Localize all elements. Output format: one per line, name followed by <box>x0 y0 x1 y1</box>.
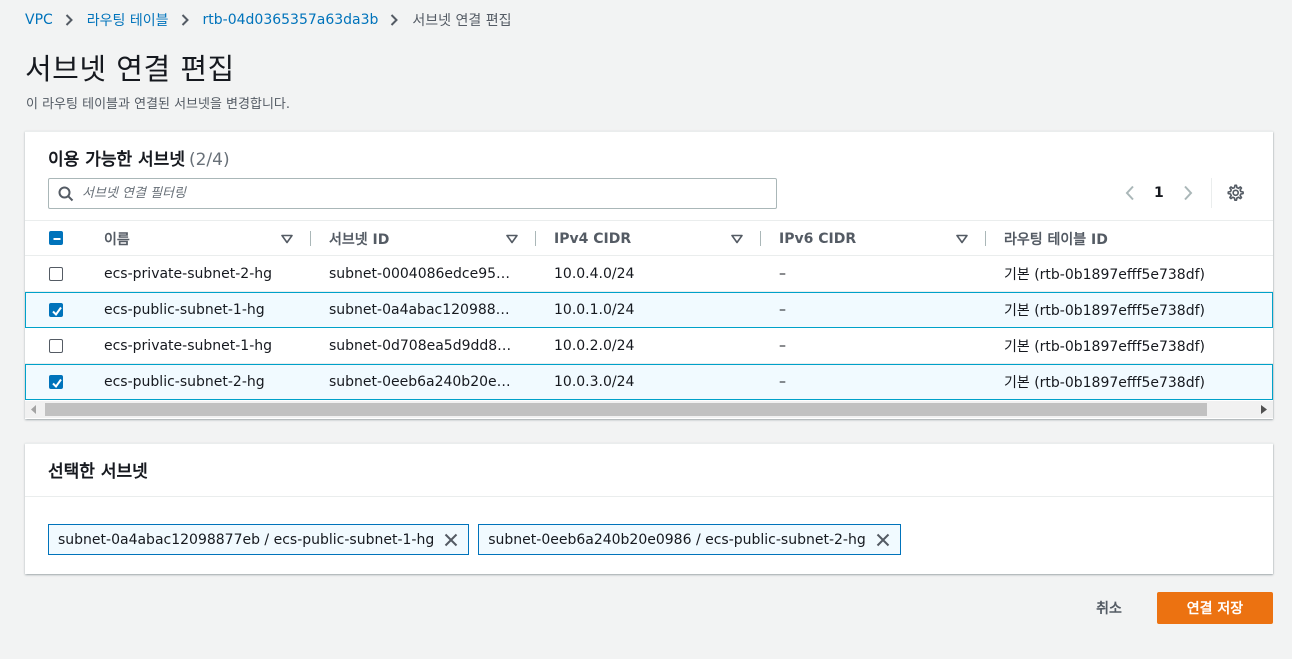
chevron-right-icon[interactable] <box>1177 185 1199 201</box>
column-resize-handle[interactable] <box>760 231 761 246</box>
page-description: 이 라우팅 테이블과 연결된 서브넷을 변경합니다. <box>26 97 290 112</box>
column-header-ipv6[interactable]: IPv6 CIDR <box>779 221 986 256</box>
selected-subnets-title: 선택한 서브넷 <box>48 462 148 482</box>
column-header-label: 이름 <box>104 231 130 248</box>
route-table-link[interactable]: 기본 (rtb-0b1897efff5e738df) <box>1004 256 1264 291</box>
select-all-checkbox[interactable] <box>49 231 63 245</box>
filter-box <box>48 178 777 209</box>
breadcrumb-route-table-id[interactable]: rtb-04d0365357a63da3b <box>203 12 379 28</box>
subnets-table: 이름 서브넷 ID IPv4 CIDR IPv6 CIDR 라우팅 테이블 ID <box>25 220 1273 400</box>
ipv6-cidr: – <box>779 265 786 282</box>
ipv4-cidr: 10.0.4.0/24 <box>554 265 635 282</box>
table-row[interactable]: ecs-public-subnet-1-hg subnet-0a4abac120… <box>25 292 1273 328</box>
close-icon[interactable] <box>444 533 458 547</box>
ipv4-cidr: 10.0.2.0/24 <box>554 337 635 354</box>
divider <box>25 496 1273 497</box>
selected-subnet-token: subnet-0eeb6a240b20e0986 / ecs-public-su… <box>478 524 901 555</box>
breadcrumb-route-tables[interactable]: 라우팅 테이블 <box>87 10 169 30</box>
column-header-name[interactable]: 이름 <box>104 221 311 256</box>
filter-input[interactable] <box>82 186 732 201</box>
column-resize-handle[interactable] <box>535 231 536 246</box>
pager-divider <box>1210 178 1212 208</box>
route-table-link[interactable]: 기본 (rtb-0b1897efff5e738df) <box>1004 292 1264 327</box>
token-label: subnet-0eeb6a240b20e0986 / ecs-public-su… <box>488 531 866 548</box>
column-header-label: 라우팅 테이블 ID <box>1004 231 1108 248</box>
available-subnets-heading: 이용 가능한 서브넷 <box>48 150 185 170</box>
row-checkbox[interactable] <box>49 303 63 317</box>
table-row[interactable]: ecs-private-subnet-1-hg subnet-0d708ea5d… <box>25 328 1273 364</box>
subnet-name: ecs-private-subnet-2-hg <box>104 265 273 282</box>
selected-subnet-token: subnet-0a4abac12098877eb / ecs-public-su… <box>48 524 470 555</box>
row-checkbox[interactable] <box>49 375 63 389</box>
close-icon[interactable] <box>876 533 890 547</box>
subnet-id-link[interactable]: subnet-0d708ea5d9dd8… <box>329 328 521 363</box>
subnet-id-link[interactable]: subnet-0a4abac120988… <box>329 292 521 327</box>
save-associations-button[interactable]: 연결 저장 <box>1157 592 1273 624</box>
page-number[interactable]: 1 <box>1154 185 1164 201</box>
route-table-link[interactable]: 기본 (rtb-0b1897efff5e738df) <box>1004 328 1264 363</box>
column-resize-handle[interactable] <box>310 231 311 246</box>
page-title: 서브넷 연결 편집 <box>25 52 235 86</box>
row-checkbox[interactable] <box>49 267 63 281</box>
chevron-right-icon <box>65 14 73 26</box>
table-row[interactable]: ecs-public-subnet-2-hg subnet-0eeb6a240b… <box>25 364 1273 400</box>
ipv6-cidr: – <box>779 301 786 318</box>
chevron-right-icon <box>390 14 399 26</box>
token-label: subnet-0a4abac12098877eb / ecs-public-su… <box>58 531 435 548</box>
ipv4-cidr: 10.0.3.0/24 <box>554 373 635 390</box>
horizontal-scrollbar[interactable] <box>25 401 1273 418</box>
available-subnets-panel: 이용 가능한 서브넷(2/4) 1 이름 서브넷 ID <box>25 131 1273 419</box>
subnet-name: ecs-public-subnet-2-hg <box>104 373 265 390</box>
scroll-left-icon[interactable] <box>31 405 37 414</box>
column-header-route-table[interactable]: 라우팅 테이블 ID <box>1004 221 1264 256</box>
gear-icon[interactable] <box>1224 184 1246 202</box>
table-row[interactable]: ecs-private-subnet-2-hg subnet-0004086ed… <box>25 256 1273 292</box>
subnet-id-link[interactable]: subnet-0004086edce95… <box>329 256 521 291</box>
table-header: 이름 서브넷 ID IPv4 CIDR IPv6 CIDR 라우팅 테이블 ID <box>25 220 1273 256</box>
search-icon <box>58 186 74 202</box>
ipv6-cidr: – <box>779 337 786 354</box>
subnet-id-link[interactable]: subnet-0eeb6a240b20e… <box>329 364 521 399</box>
scrollbar-thumb[interactable] <box>45 403 1207 416</box>
column-header-subnet-id[interactable]: 서브넷 ID <box>329 221 536 256</box>
cancel-button[interactable]: 취소 <box>1082 592 1136 624</box>
sort-down-icon[interactable] <box>731 234 743 244</box>
sort-down-icon[interactable] <box>956 234 968 244</box>
column-header-label: IPv4 CIDR <box>554 230 632 247</box>
selected-subnets-panel: 선택한 서브넷 subnet-0a4abac12098877eb / ecs-p… <box>25 443 1273 574</box>
breadcrumb-vpc[interactable]: VPC <box>25 12 53 28</box>
breadcrumb-current: 서브넷 연결 편집 <box>412 13 512 29</box>
subnet-name: ecs-private-subnet-1-hg <box>104 337 273 354</box>
available-subnets-title: 이용 가능한 서브넷 (2/4) <box>48 145 230 170</box>
chevron-left-icon[interactable] <box>1119 185 1141 201</box>
selection-count: (2/4) <box>188 150 230 170</box>
column-header-label: 서브넷 ID <box>329 231 390 248</box>
sort-down-icon[interactable] <box>281 234 293 244</box>
pagination: 1 <box>1119 178 1246 208</box>
subnet-name: ecs-public-subnet-1-hg <box>104 301 265 318</box>
selected-token-list: subnet-0a4abac12098877eb / ecs-public-su… <box>48 524 901 555</box>
column-header-label: IPv6 CIDR <box>779 230 857 247</box>
scroll-right-icon[interactable] <box>1261 405 1267 414</box>
sort-down-icon[interactable] <box>506 234 518 244</box>
route-table-link[interactable]: 기본 (rtb-0b1897efff5e738df) <box>1004 364 1264 399</box>
ipv6-cidr: – <box>779 373 786 390</box>
column-resize-handle[interactable] <box>985 231 986 246</box>
breadcrumb: VPC 라우팅 테이블 rtb-04d0365357a63da3b 서브넷 연결… <box>25 9 511 31</box>
ipv4-cidr: 10.0.1.0/24 <box>554 301 635 318</box>
row-checkbox[interactable] <box>49 339 63 353</box>
column-header-ipv4[interactable]: IPv4 CIDR <box>554 221 761 256</box>
chevron-right-icon <box>181 14 189 26</box>
